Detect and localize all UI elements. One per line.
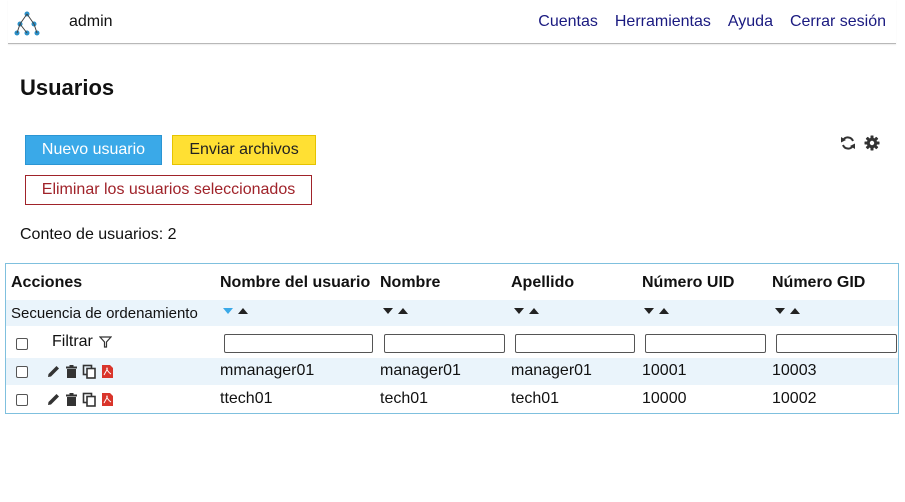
nav-herramientas[interactable]: Herramientas xyxy=(615,13,711,31)
sort-uid xyxy=(644,308,669,314)
header-last-name[interactable]: Apellido xyxy=(511,274,574,292)
cell-last-name: tech01 xyxy=(511,390,560,407)
nav-ayuda[interactable]: Ayuda xyxy=(728,13,773,31)
sort-desc-icon[interactable] xyxy=(223,308,233,314)
nav-cerrar-sesion[interactable]: Cerrar sesión xyxy=(790,13,886,31)
user-count: Conteo de usuarios: 2 xyxy=(20,226,177,243)
delete-selected-button[interactable]: Eliminar los usuarios seleccionados xyxy=(25,175,312,205)
trash-icon[interactable] xyxy=(64,364,79,379)
filter-first-name-input[interactable] xyxy=(384,334,505,353)
refresh-icon[interactable] xyxy=(840,135,856,151)
row-actions xyxy=(46,392,115,407)
sort-asc-icon[interactable] xyxy=(238,308,248,314)
cell-uid: 10001 xyxy=(642,362,687,379)
edit-icon[interactable] xyxy=(46,392,61,407)
copy-icon[interactable] xyxy=(82,392,97,407)
sort-desc-icon[interactable] xyxy=(514,308,524,314)
header-username[interactable]: Nombre del usuario xyxy=(220,274,370,292)
new-user-button[interactable]: Nuevo usuario xyxy=(25,135,162,165)
cell-username: mmanager01 xyxy=(220,362,315,379)
logo-icon[interactable] xyxy=(14,10,40,36)
cell-gid: 10002 xyxy=(772,390,817,407)
filter-uid-input[interactable] xyxy=(645,334,766,353)
sort-desc-icon[interactable] xyxy=(383,308,393,314)
sort-asc-icon[interactable] xyxy=(529,308,539,314)
sort-desc-icon[interactable] xyxy=(775,308,785,314)
table-row[interactable]: ttech01 tech01 tech01 10000 10002 xyxy=(6,386,898,413)
pdf-icon[interactable] xyxy=(100,364,115,379)
gear-icon[interactable] xyxy=(864,135,880,151)
filter-icon[interactable] xyxy=(99,336,112,348)
sort-asc-icon[interactable] xyxy=(398,308,408,314)
grid-header-row: Acciones Nombre del usuario Nombre Apell… xyxy=(6,264,898,300)
current-user: admin xyxy=(69,13,113,30)
sort-asc-icon[interactable] xyxy=(659,308,669,314)
row-actions xyxy=(46,364,115,379)
cell-uid: 10000 xyxy=(642,390,687,407)
users-grid: Acciones Nombre del usuario Nombre Apell… xyxy=(5,263,899,414)
header-actions: Acciones xyxy=(11,274,83,291)
top-nav: Cuentas Herramientas Ayuda Cerrar sesión xyxy=(538,13,886,31)
sort-first-name xyxy=(383,308,408,314)
header-first-name[interactable]: Nombre xyxy=(380,274,440,292)
cell-first-name: manager01 xyxy=(380,362,461,379)
filter-label: Filtrar xyxy=(52,333,93,350)
copy-icon[interactable] xyxy=(82,364,97,379)
send-files-button[interactable]: Enviar archivos xyxy=(172,135,316,165)
row-checkbox[interactable] xyxy=(16,394,28,406)
edit-icon[interactable] xyxy=(46,364,61,379)
trash-icon[interactable] xyxy=(64,392,79,407)
sort-last-name xyxy=(514,308,539,314)
filter-last-name-input[interactable] xyxy=(515,334,635,353)
filter-gid-input[interactable] xyxy=(776,334,897,353)
cell-gid: 10003 xyxy=(772,362,817,379)
sort-desc-icon[interactable] xyxy=(644,308,654,314)
sort-gid xyxy=(775,308,800,314)
filter-username-input[interactable] xyxy=(224,334,373,353)
header-gid[interactable]: Número GID xyxy=(772,274,865,292)
sort-asc-icon[interactable] xyxy=(790,308,800,314)
sort-row: Secuencia de ordenamiento xyxy=(6,300,898,326)
cell-first-name: tech01 xyxy=(380,390,429,407)
cell-last-name: manager01 xyxy=(511,362,592,379)
sort-username xyxy=(223,308,248,314)
table-tools xyxy=(840,135,880,151)
table-row[interactable]: mmanager01 manager01 manager01 10001 100… xyxy=(6,358,898,385)
nav-cuentas[interactable]: Cuentas xyxy=(538,13,598,31)
pdf-icon[interactable] xyxy=(100,392,115,407)
filter-row: Filtrar xyxy=(6,326,898,358)
page-title: Usuarios xyxy=(20,75,115,100)
cell-username: ttech01 xyxy=(220,390,273,407)
top-bar: admin Cuentas Herramientas Ayuda Cerrar … xyxy=(8,0,896,44)
header-uid[interactable]: Número UID xyxy=(642,274,734,292)
select-all-checkbox[interactable] xyxy=(16,338,28,350)
sort-label: Secuencia de ordenamiento xyxy=(11,305,198,322)
row-checkbox[interactable] xyxy=(16,366,28,378)
